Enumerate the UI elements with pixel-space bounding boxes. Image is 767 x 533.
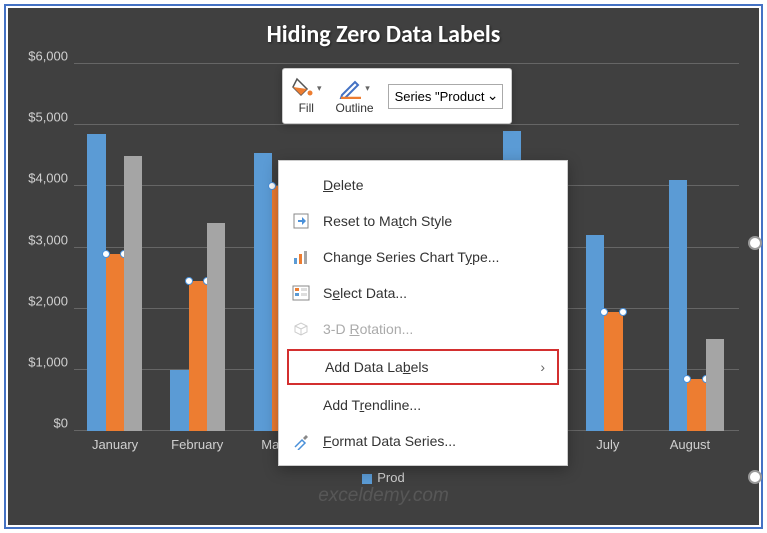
selection-handle [619, 308, 627, 316]
fill-button[interactable]: ▾ Fill [291, 77, 322, 115]
y-axis: $0 $1,000 $2,000 $3,000 $4,000 $5,000 $6… [22, 64, 74, 431]
x-tick: January [92, 437, 138, 452]
x-tick: February [171, 437, 223, 452]
bar[interactable] [254, 153, 272, 431]
menu-reset[interactable]: Reset to Match Style [279, 203, 567, 239]
bar[interactable] [124, 156, 142, 431]
selection-handle [683, 375, 691, 383]
bar[interactable] [586, 235, 604, 431]
menu-add-data-labels[interactable]: Add Data Labels› [289, 351, 557, 383]
bar[interactable] [189, 281, 207, 431]
watermark: exceldemy.com [318, 485, 449, 507]
chart-title: Hiding Zero Data Labels [8, 8, 759, 53]
bar[interactable] [706, 339, 724, 431]
selection-handle [600, 308, 608, 316]
menu-add-trendline[interactable]: Add Trendline... [279, 387, 567, 423]
menu-3d-rotation: 3-D Rotation... [279, 311, 567, 347]
outline-button[interactable]: ▾ Outline [336, 77, 374, 115]
selection-handle [102, 250, 110, 258]
menu-delete[interactable]: Delete [279, 167, 567, 203]
bar[interactable] [207, 223, 225, 431]
selection-handle [268, 182, 276, 190]
bar[interactable] [669, 180, 687, 431]
legend: Prod [8, 470, 759, 485]
highlight-box: Add Data Labels› [287, 349, 559, 385]
bar[interactable] [687, 379, 705, 431]
x-tick: August [670, 437, 710, 452]
chevron-right-icon: › [540, 359, 545, 375]
x-tick: July [596, 437, 619, 452]
menu-format-series[interactable]: Format Data Series... [279, 423, 567, 459]
resize-handle[interactable] [748, 236, 762, 250]
bar[interactable] [87, 134, 105, 431]
bar[interactable] [170, 370, 188, 431]
context-menu: Delete Reset to Match Style Change Serie… [278, 160, 568, 466]
mini-toolbar: ▾ Fill ▾ Outline Series "Product [282, 68, 512, 124]
series-selector[interactable]: Series "Product [388, 84, 504, 109]
menu-change-type[interactable]: Change Series Chart Type... [279, 239, 567, 275]
bar[interactable] [106, 254, 124, 431]
bar[interactable] [604, 312, 622, 431]
selection-handle [185, 277, 193, 285]
menu-select-data[interactable]: Select Data... [279, 275, 567, 311]
resize-handle[interactable] [748, 470, 762, 484]
